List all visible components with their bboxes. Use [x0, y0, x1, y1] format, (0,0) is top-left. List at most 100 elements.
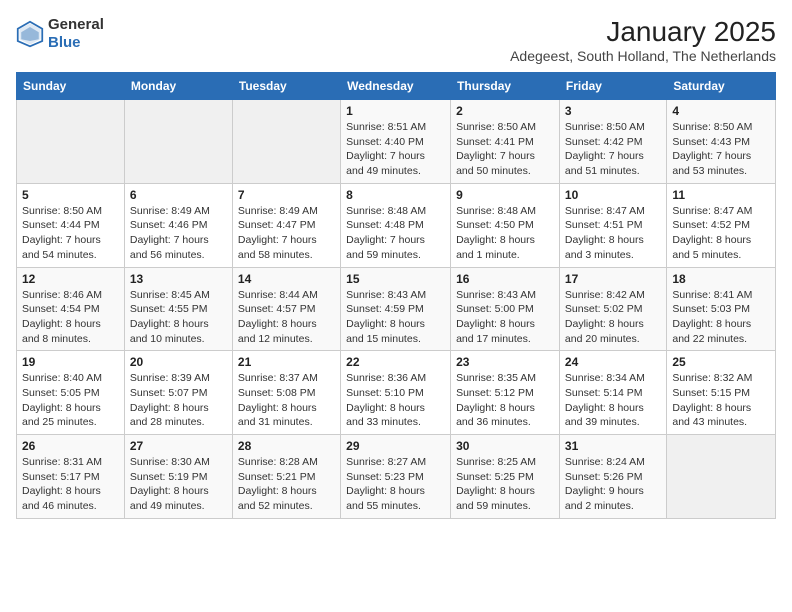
day-info: Sunrise: 8:49 AM Sunset: 4:47 PM Dayligh…: [238, 204, 335, 263]
day-info: Sunrise: 8:34 AM Sunset: 5:14 PM Dayligh…: [565, 371, 661, 430]
calendar-cell: [232, 100, 340, 184]
calendar-cell: 5 Sunrise: 8:50 AM Sunset: 4:44 PM Daylig…: [17, 183, 125, 267]
calendar-cell: 10 Sunrise: 8:47 AM Sunset: 4:51 PM Dayli…: [559, 183, 666, 267]
day-number: 16: [456, 272, 554, 286]
month-year-title: January 2025: [510, 16, 776, 48]
calendar-cell: 6 Sunrise: 8:49 AM Sunset: 4:46 PM Daylig…: [124, 183, 232, 267]
day-info: Sunrise: 8:48 AM Sunset: 4:48 PM Dayligh…: [346, 204, 445, 263]
calendar-cell: 24 Sunrise: 8:34 AM Sunset: 5:14 PM Dayli…: [559, 351, 666, 435]
calendar-week-row: 1 Sunrise: 8:51 AM Sunset: 4:40 PM Daylig…: [17, 100, 776, 184]
day-number: 29: [346, 439, 445, 453]
day-info: Sunrise: 8:44 AM Sunset: 4:57 PM Dayligh…: [238, 288, 335, 347]
calendar-cell: 17Sunrise: 8:42 AM Sunset: 5:02 PM Dayli…: [559, 267, 666, 351]
logo-icon: [16, 20, 44, 48]
day-info: Sunrise: 8:35 AM Sunset: 5:12 PM Dayligh…: [456, 371, 554, 430]
day-info: Sunrise: 8:50 AM Sunset: 4:43 PM Dayligh…: [672, 120, 770, 179]
calendar-week-row: 19Sunrise: 8:40 AM Sunset: 5:05 PM Dayli…: [17, 351, 776, 435]
day-number: 6: [130, 188, 227, 202]
day-number: 15: [346, 272, 445, 286]
day-info: Sunrise: 8:51 AM Sunset: 4:40 PM Dayligh…: [346, 120, 445, 179]
calendar-cell: 26Sunrise: 8:31 AM Sunset: 5:17 PM Dayli…: [17, 435, 125, 519]
day-number: 10: [565, 188, 661, 202]
day-number: 11: [672, 188, 770, 202]
calendar-cell: 29 Sunrise: 8:27 AM Sunset: 5:23 PM Dayli…: [341, 435, 451, 519]
calendar-week-row: 5 Sunrise: 8:50 AM Sunset: 4:44 PM Daylig…: [17, 183, 776, 267]
calendar-week-row: 12 Sunrise: 8:46 AM Sunset: 4:54 PM Dayli…: [17, 267, 776, 351]
day-number: 20: [130, 355, 227, 369]
day-info: Sunrise: 8:27 AM Sunset: 5:23 PM Dayligh…: [346, 455, 445, 514]
calendar-cell: 13Sunrise: 8:45 AM Sunset: 4:55 PM Dayli…: [124, 267, 232, 351]
day-info: Sunrise: 8:25 AM Sunset: 5:25 PM Dayligh…: [456, 455, 554, 514]
calendar-cell: 2 Sunrise: 8:50 AM Sunset: 4:41 PM Daylig…: [451, 100, 560, 184]
logo-general: General: [48, 16, 104, 34]
day-number: 22: [346, 355, 445, 369]
logo-blue: Blue: [48, 34, 104, 52]
day-number: 31: [565, 439, 661, 453]
calendar-cell: 11 Sunrise: 8:47 AM Sunset: 4:52 PM Dayli…: [667, 183, 776, 267]
day-info: Sunrise: 8:32 AM Sunset: 5:15 PM Dayligh…: [672, 371, 770, 430]
day-info: Sunrise: 8:42 AM Sunset: 5:02 PM Dayligh…: [565, 288, 661, 347]
day-info: Sunrise: 8:47 AM Sunset: 4:52 PM Dayligh…: [672, 204, 770, 263]
day-number: 5: [22, 188, 119, 202]
title-area: January 2025 Adegeest, South Holland, Th…: [510, 16, 776, 64]
calendar-cell: 30 Sunrise: 8:25 AM Sunset: 5:25 PM Dayli…: [451, 435, 560, 519]
day-number: 24: [565, 355, 661, 369]
weekday-header-wednesday: Wednesday: [341, 73, 451, 100]
day-number: 23: [456, 355, 554, 369]
calendar-cell: 8 Sunrise: 8:48 AM Sunset: 4:48 PM Daylig…: [341, 183, 451, 267]
day-number: 4: [672, 104, 770, 118]
day-number: 3: [565, 104, 661, 118]
calendar-cell: 15 Sunrise: 8:43 AM Sunset: 4:59 PM Dayli…: [341, 267, 451, 351]
day-info: Sunrise: 8:50 AM Sunset: 4:44 PM Dayligh…: [22, 204, 119, 263]
day-number: 1: [346, 104, 445, 118]
day-number: 25: [672, 355, 770, 369]
calendar-cell: 14Sunrise: 8:44 AM Sunset: 4:57 PM Dayli…: [232, 267, 340, 351]
day-number: 30: [456, 439, 554, 453]
day-info: Sunrise: 8:47 AM Sunset: 4:51 PM Dayligh…: [565, 204, 661, 263]
calendar-cell: 27Sunrise: 8:30 AM Sunset: 5:19 PM Dayli…: [124, 435, 232, 519]
calendar-cell: 20 Sunrise: 8:39 AM Sunset: 5:07 PM Dayli…: [124, 351, 232, 435]
day-number: 27: [130, 439, 227, 453]
day-info: Sunrise: 8:37 AM Sunset: 5:08 PM Dayligh…: [238, 371, 335, 430]
weekday-header-thursday: Thursday: [451, 73, 560, 100]
day-number: 8: [346, 188, 445, 202]
day-info: Sunrise: 8:43 AM Sunset: 4:59 PM Dayligh…: [346, 288, 445, 347]
calendar-week-row: 26Sunrise: 8:31 AM Sunset: 5:17 PM Dayli…: [17, 435, 776, 519]
day-info: Sunrise: 8:48 AM Sunset: 4:50 PM Dayligh…: [456, 204, 554, 263]
day-info: Sunrise: 8:43 AM Sunset: 5:00 PM Dayligh…: [456, 288, 554, 347]
day-info: Sunrise: 8:49 AM Sunset: 4:46 PM Dayligh…: [130, 204, 227, 263]
day-number: 12: [22, 272, 119, 286]
day-info: Sunrise: 8:46 AM Sunset: 4:54 PM Dayligh…: [22, 288, 119, 347]
calendar-cell: [17, 100, 125, 184]
day-info: Sunrise: 8:24 AM Sunset: 5:26 PM Dayligh…: [565, 455, 661, 514]
day-number: 19: [22, 355, 119, 369]
weekday-header-monday: Monday: [124, 73, 232, 100]
calendar-cell: 18Sunrise: 8:41 AM Sunset: 5:03 PM Dayli…: [667, 267, 776, 351]
calendar-table: SundayMondayTuesdayWednesdayThursdayFrid…: [16, 72, 776, 519]
calendar-cell: [667, 435, 776, 519]
weekday-header-friday: Friday: [559, 73, 666, 100]
weekday-header-tuesday: Tuesday: [232, 73, 340, 100]
logo: General Blue: [16, 16, 104, 52]
day-info: Sunrise: 8:39 AM Sunset: 5:07 PM Dayligh…: [130, 371, 227, 430]
day-number: 28: [238, 439, 335, 453]
day-number: 2: [456, 104, 554, 118]
day-number: 21: [238, 355, 335, 369]
day-info: Sunrise: 8:36 AM Sunset: 5:10 PM Dayligh…: [346, 371, 445, 430]
weekday-header-saturday: Saturday: [667, 73, 776, 100]
calendar-cell: [124, 100, 232, 184]
day-info: Sunrise: 8:45 AM Sunset: 4:55 PM Dayligh…: [130, 288, 227, 347]
location-subtitle: Adegeest, South Holland, The Netherlands: [510, 48, 776, 64]
weekday-header-row: SundayMondayTuesdayWednesdayThursdayFrid…: [17, 73, 776, 100]
calendar-cell: 1 Sunrise: 8:51 AM Sunset: 4:40 PM Daylig…: [341, 100, 451, 184]
calendar-cell: 23 Sunrise: 8:35 AM Sunset: 5:12 PM Dayli…: [451, 351, 560, 435]
calendar-cell: 9 Sunrise: 8:48 AM Sunset: 4:50 PM Daylig…: [451, 183, 560, 267]
weekday-header-sunday: Sunday: [17, 73, 125, 100]
day-info: Sunrise: 8:31 AM Sunset: 5:17 PM Dayligh…: [22, 455, 119, 514]
logo-text: General Blue: [48, 16, 104, 52]
day-number: 9: [456, 188, 554, 202]
day-number: 7: [238, 188, 335, 202]
calendar-cell: 28Sunrise: 8:28 AM Sunset: 5:21 PM Dayli…: [232, 435, 340, 519]
day-info: Sunrise: 8:41 AM Sunset: 5:03 PM Dayligh…: [672, 288, 770, 347]
day-info: Sunrise: 8:50 AM Sunset: 4:41 PM Dayligh…: [456, 120, 554, 179]
